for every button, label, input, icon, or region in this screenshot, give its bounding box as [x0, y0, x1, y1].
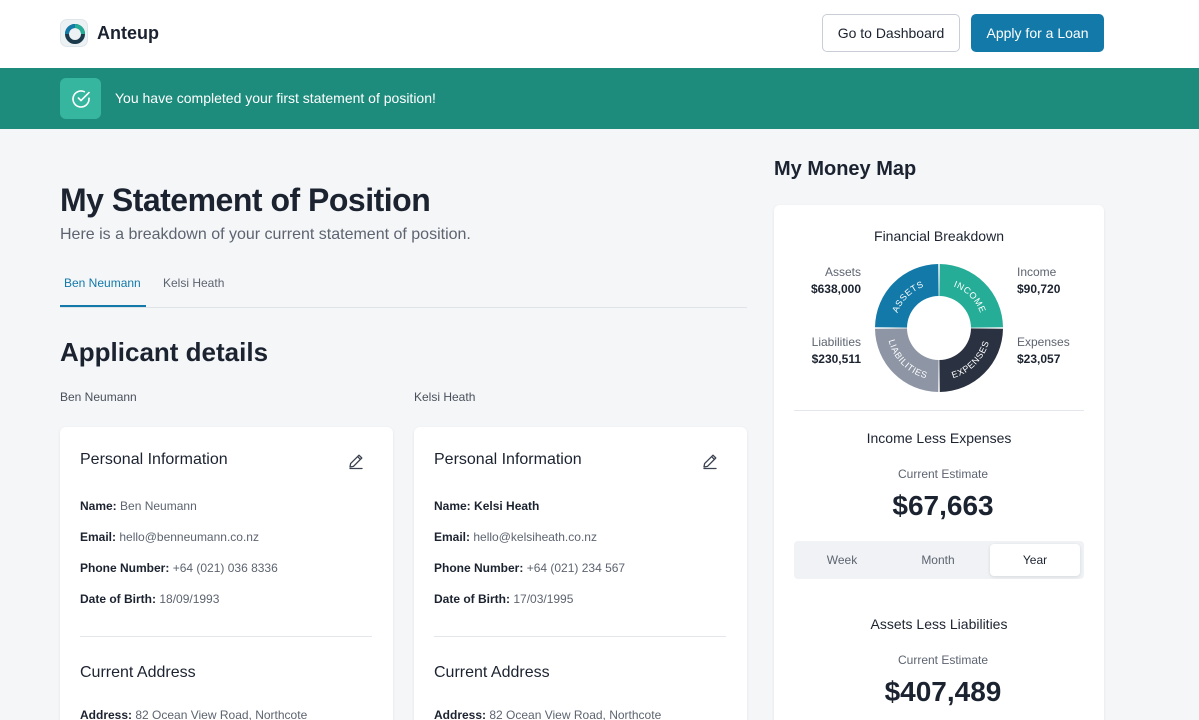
income-estimate-label: Current Estimate — [897, 467, 989, 481]
legend-income-value: $90,720 — [1017, 282, 1061, 296]
phone-field: Phone Number: +64 (021) 234 567 — [434, 561, 626, 575]
phone-field: Phone Number: +64 (021) 036 8336 — [80, 561, 278, 575]
top-navigation-bar: Anteup Go to Dashboard Apply for a Loan — [0, 0, 1199, 68]
tab-kelsi-heath[interactable]: Kelsi Heath — [163, 276, 224, 290]
personal-info-card-kelsi: Personal Information Name: Kelsi Heath E… — [414, 427, 747, 720]
personal-info-card-ben: Personal Information Name: Ben Neumann E… — [60, 427, 393, 720]
legend-liabilities-label: Liabilities — [811, 335, 861, 349]
assets-less-liabilities-heading: Assets Less Liabilities — [870, 616, 1008, 632]
email-value: hello@kelsiheath.co.nz — [473, 530, 597, 544]
name-field: Name: Ben Neumann — [80, 499, 197, 513]
address-field: Address: 82 Ocean View Road, Northcote — [434, 708, 662, 720]
card-title: Personal Information — [80, 451, 228, 468]
success-banner: You have completed your first statement … — [0, 68, 1199, 129]
phone-value: +64 (021) 036 8336 — [172, 561, 278, 575]
apply-for-loan-button[interactable]: Apply for a Loan — [971, 14, 1104, 52]
applicant-label-ben: Ben Neumann — [60, 390, 137, 404]
legend-expenses-value: $23,057 — [1017, 352, 1061, 366]
card-divider — [80, 636, 372, 637]
period-year-option[interactable]: Year — [990, 544, 1080, 576]
email-field: Email: hello@benneumann.co.nz — [80, 530, 259, 544]
check-circle-icon — [60, 78, 101, 119]
name-field: Name: Kelsi Heath — [434, 499, 540, 513]
email-field: Email: hello@kelsiheath.co.nz — [434, 530, 597, 544]
money-map-title: My Money Map — [774, 158, 917, 180]
current-address-heading: Current Address — [434, 664, 550, 681]
card-divider — [434, 636, 726, 637]
money-map-card: Financial Breakdown Assets $638,000 Inco… — [774, 205, 1104, 720]
tab-ben-neumann[interactable]: Ben Neumann — [64, 276, 141, 290]
legend-income-label: Income — [1017, 265, 1057, 279]
financial-breakdown-donut: ASSETS INCOME EXPENSES LIABILITIES — [874, 263, 1004, 398]
dob-field: Date of Birth: 18/09/1993 — [80, 592, 220, 606]
period-week-option[interactable]: Week — [794, 541, 890, 579]
assets-less-liabilities-value: $407,489 — [884, 676, 1002, 707]
page-title: My Statement of Position — [60, 182, 431, 218]
money-card-divider — [794, 410, 1084, 411]
edit-pencil-icon[interactable] — [347, 452, 365, 475]
applicant-label-kelsi: Kelsi Heath — [414, 390, 476, 404]
page-subtitle: Here is a breakdown of your current stat… — [60, 226, 471, 243]
current-address-heading: Current Address — [80, 664, 196, 681]
legend-liabilities-value: $230,511 — [811, 352, 861, 366]
applicant-details-heading: Applicant details — [60, 337, 269, 367]
assets-estimate-label: Current Estimate — [897, 653, 989, 667]
email-value: hello@benneumann.co.nz — [119, 530, 259, 544]
period-segmented-control: Week Month Year — [794, 541, 1084, 579]
name-value: Kelsi Heath — [474, 499, 540, 513]
legend-expenses-label: Expenses — [1017, 335, 1070, 349]
address-value: 82 Ocean View Road, Northcote — [135, 708, 308, 720]
income-less-expenses-value: $67,663 — [892, 490, 994, 521]
active-tab-indicator — [60, 305, 146, 307]
phone-value: +64 (021) 234 567 — [526, 561, 626, 575]
card-title: Personal Information — [434, 451, 582, 468]
go-to-dashboard-button[interactable]: Go to Dashboard — [822, 14, 960, 52]
dob-field: Date of Birth: 17/03/1995 — [434, 592, 574, 606]
income-less-expenses-heading: Income Less Expenses — [866, 430, 1012, 446]
banner-message: You have completed your first statement … — [115, 90, 436, 106]
legend-assets-value: $638,000 — [810, 282, 861, 296]
period-month-option[interactable]: Month — [890, 541, 986, 579]
legend-assets-label: Assets — [824, 265, 861, 279]
address-field: Address: 82 Ocean View Road, Northcote — [80, 708, 308, 720]
logo-icon — [60, 19, 88, 47]
financial-breakdown-heading: Financial Breakdown — [874, 228, 1004, 244]
dob-value: 17/03/1995 — [513, 592, 574, 606]
address-value: 82 Ocean View Road, Northcote — [489, 708, 662, 720]
logo[interactable]: Anteup — [60, 19, 159, 47]
applicant-tabs: Ben Neumann Kelsi Heath — [60, 265, 747, 308]
edit-pencil-icon[interactable] — [701, 452, 719, 475]
dob-value: 18/09/1993 — [159, 592, 220, 606]
name-value: Ben Neumann — [120, 499, 197, 513]
app-name: Anteup — [97, 22, 159, 43]
